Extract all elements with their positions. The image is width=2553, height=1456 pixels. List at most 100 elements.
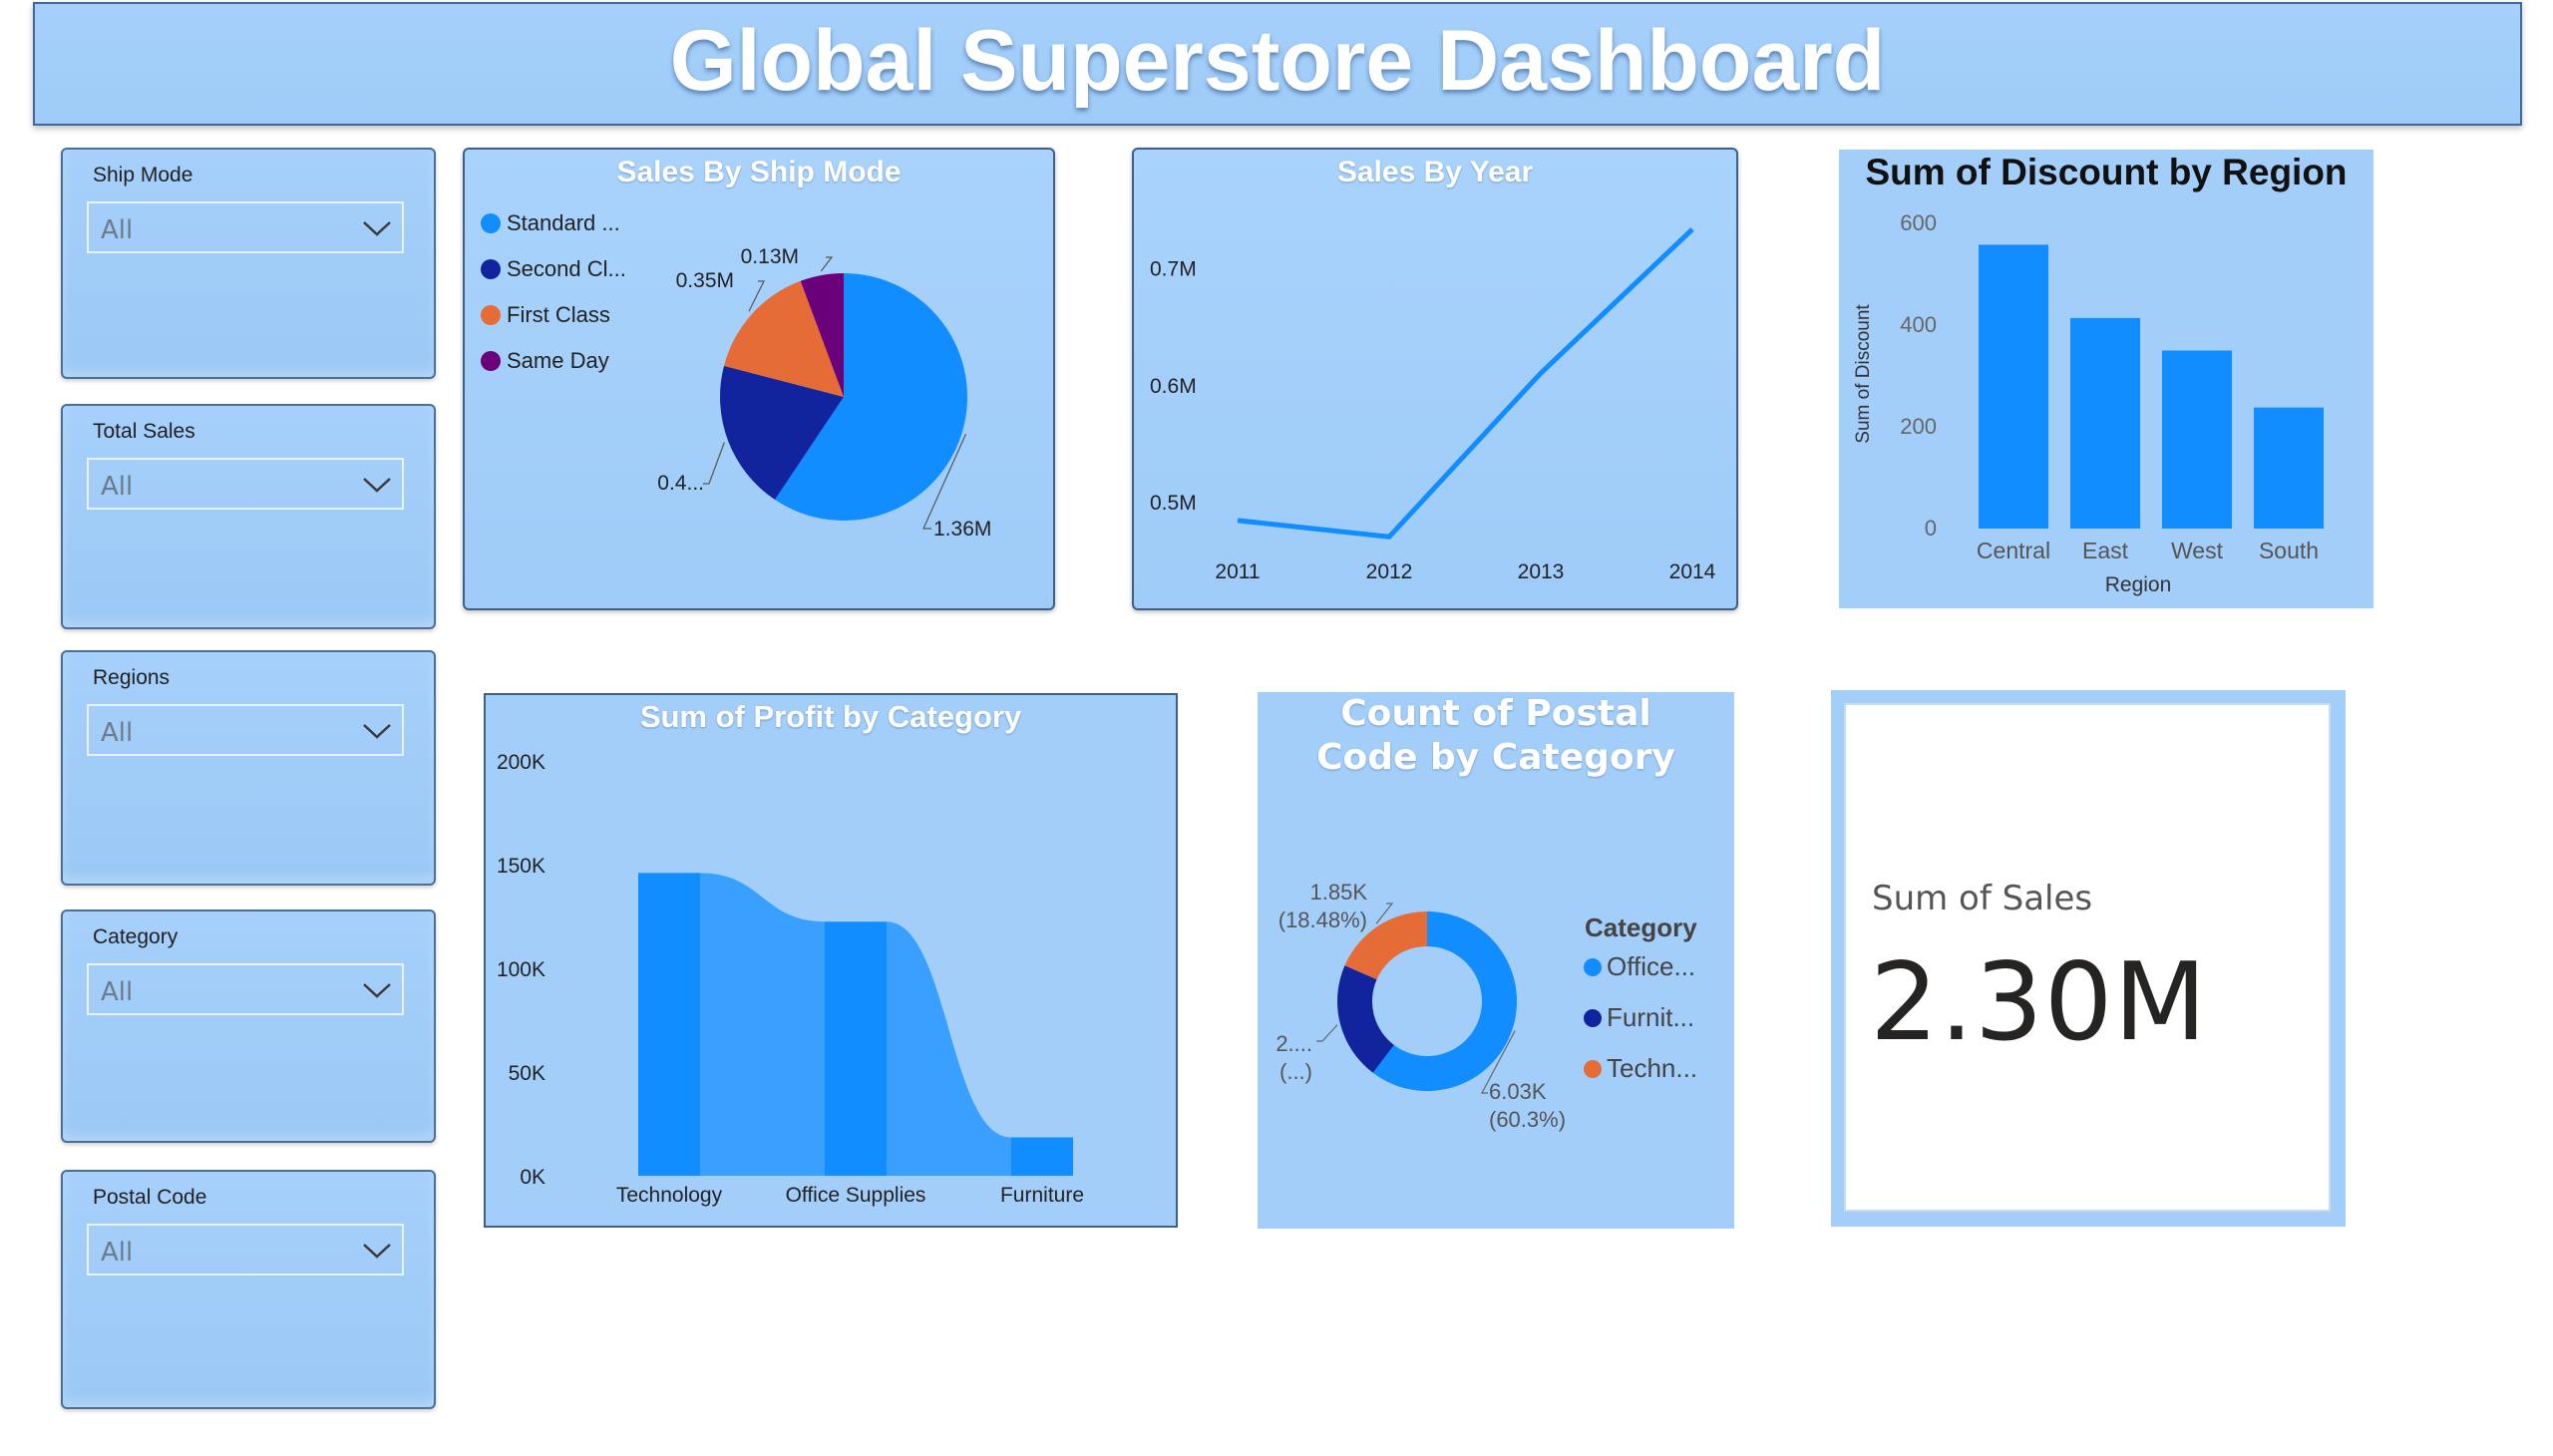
slicer-label: Category [93,925,179,948]
y-tick-label: 50K [509,1062,546,1085]
postal-code-donut-chart[interactable]: 6.03K (60.3%) 2.... (...) 1.85K (18.48%) Categ… [1258,692,1734,1229]
data-label: 0.4... [657,472,704,495]
slicer-label: Regions [93,666,171,689]
legend-label: First Class [507,302,610,327]
slicer-category: Category All [61,910,436,1143]
series-line [1237,227,1694,540]
slicer-label: Postal Code [93,1186,207,1209]
data-label-value: 6.03K [1489,1079,1547,1104]
legend-marker [1584,1009,1602,1027]
regions-dropdown[interactable]: All [87,704,404,756]
chevron-down-icon [363,221,391,236]
data-label-value: 1.85K [1310,880,1368,905]
leader-line [703,442,725,485]
sum-of-sales-card[interactable]: Sum of Sales 2.30M [1831,690,2346,1227]
x-tick-label: Central [1977,538,2050,563]
leader-line [1316,1024,1338,1042]
postal-code-dropdown[interactable]: All [87,1224,404,1275]
bar [1979,244,2048,530]
x-tick-label: West [2171,538,2224,563]
postal-code-by-category-card: Count of Postal Code by Category 6.03K (6… [1258,692,1734,1229]
x-tick-label: 2013 [1518,560,1565,583]
legend-label: Furnit... [1607,1002,1694,1032]
discount-by-region-bar-chart[interactable]: 0 200 400 600 Central East West South Region Sum … [1839,150,2373,608]
x-tick-label: South [2259,538,2319,563]
bar [2070,317,2140,529]
y-tick-label: 200 [1900,414,1937,439]
legend-marker [481,305,501,325]
y-tick-label: 600 [1900,210,1937,235]
slicer-regions: Regions All [61,650,436,886]
legend-label: Standard ... [507,210,620,235]
data-label: 0.35M [676,269,734,292]
legend-marker [481,259,501,279]
sales-by-year-line-chart[interactable]: 0.5M 0.6M 0.7M 2011 2012 2013 2014 [1134,150,1736,608]
data-label-percent: (...) [1279,1059,1312,1084]
y-tick-label: 0K [520,1166,546,1189]
y-tick-label: 0.6M [1150,375,1197,398]
y-tick-label: 200K [497,751,546,774]
data-label: 1.36M [933,518,991,541]
legend-label: Office... [1607,951,1695,981]
x-axis-label: Region [2105,573,2172,596]
data-label-percent: (60.3%) [1489,1107,1566,1132]
y-tick-label: 0 [1925,516,1937,541]
kpi-inner: Sum of Sales 2.30M [1844,703,2331,1212]
profit-by-category-chart[interactable]: 0K 50K 100K 150K 200K Technology Office Suppli… [486,695,1176,1226]
slicer-total-sales: Total Sales All [61,404,436,629]
sales-by-year-card: Sales By Year 0.5M 0.6M 0.7M 2011 2012 2013 20… [1132,148,1738,610]
dropdown-value: All [101,215,134,245]
legend-label: Techn... [1607,1053,1697,1083]
bar [825,921,887,1176]
kpi-value: 2.30M [1870,940,2208,1065]
data-label-value: 2.... [1276,1031,1312,1056]
total-sales-dropdown[interactable]: All [87,458,404,510]
y-axis-label: Sum of Discount [1853,304,1874,444]
sales-by-ship-mode-card: Sales By Ship Mode Standard ... Second Cl… [463,148,1055,610]
legend-marker [1584,1060,1602,1078]
slicer-postal-code: Postal Code All [61,1170,436,1409]
dropdown-value: All [101,977,134,1007]
ribbon [887,921,1011,1176]
y-tick-label: 0.5M [1150,492,1197,515]
dropdown-value: All [101,1238,134,1268]
x-tick-label: Office Supplies [786,1184,926,1207]
legend-title: Category [1585,912,1697,942]
x-tick-label: 2012 [1366,560,1413,583]
data-label-percent: (18.48%) [1278,908,1367,932]
bar [2254,407,2324,529]
x-tick-label: East [2082,538,2129,563]
ship-mode-pie-chart[interactable]: Standard ... Second Cl... First Class Same … [465,150,1053,608]
legend-label: Same Day [507,348,609,373]
bar [2162,350,2232,529]
page-title: Global Superstore Dashboard [669,13,1886,109]
chevron-down-icon [363,724,391,739]
ribbon [700,873,825,1176]
category-dropdown[interactable]: All [87,963,404,1015]
kpi-label: Sum of Sales [1872,879,2093,918]
legend-marker [481,213,501,233]
slicer-label: Total Sales [93,420,195,443]
bar [638,873,700,1176]
dashboard-header: Global Superstore Dashboard [33,2,2522,126]
x-tick-label: 2011 [1215,560,1260,583]
dropdown-value: All [101,718,134,748]
dropdown-value: All [101,472,134,502]
slicer-ship-mode: Ship Mode All [61,148,436,379]
y-tick-label: 400 [1900,312,1937,337]
chevron-down-icon [363,1244,391,1259]
chevron-down-icon [363,478,391,493]
profit-by-category-card: Sum of Profit by Category 0K 50K 100K 150K 2… [484,693,1178,1228]
data-label: 0.13M [741,245,799,268]
legend-marker [481,351,501,371]
legend-marker [1584,958,1602,976]
y-tick-label: 100K [497,958,546,981]
chevron-down-icon [363,983,391,998]
y-tick-label: 150K [497,855,546,878]
leader-line [820,256,834,272]
x-tick-label: Furniture [1000,1184,1084,1207]
discount-by-region-card: Sum of Discount by Region 0 200 400 600 Cent… [1839,150,2373,608]
slicer-label: Ship Mode [93,164,193,186]
y-tick-label: 0.7M [1150,258,1197,281]
ship-mode-dropdown[interactable]: All [87,201,404,253]
